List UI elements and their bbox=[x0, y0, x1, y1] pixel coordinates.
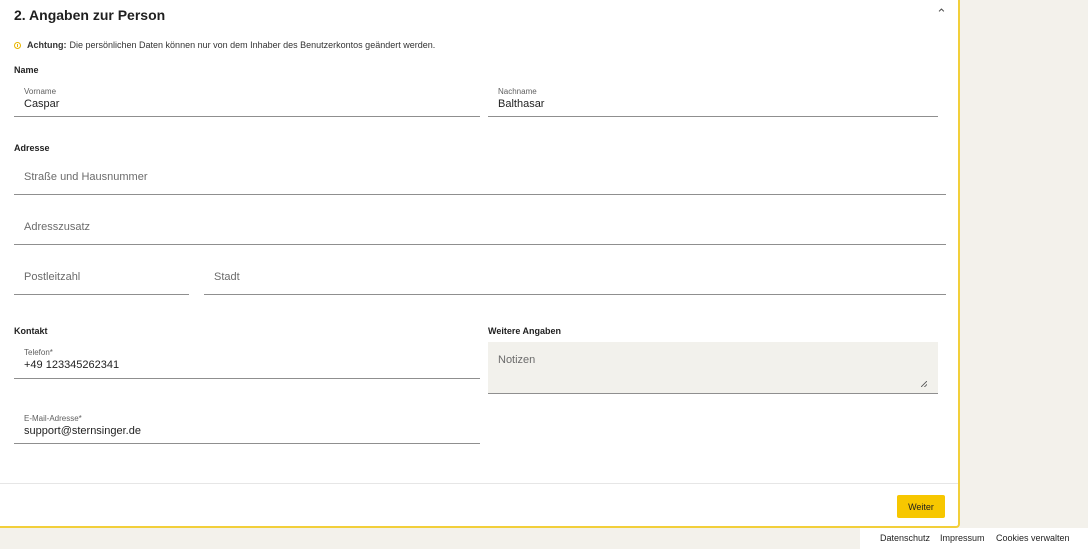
last-name-label: Nachname bbox=[498, 87, 537, 96]
first-name-value[interactable]: Caspar bbox=[24, 98, 59, 110]
person-details-card: 2. Angaben zur Person ⌃ Achtung: Die per… bbox=[0, 0, 960, 528]
email-label: E-Mail-Adresse* bbox=[24, 414, 82, 423]
city-input[interactable]: Stadt bbox=[204, 260, 946, 295]
email-field[interactable]: E-Mail-Adresse* support@sternsinger.de bbox=[14, 410, 480, 444]
warning-text: Die persönlichen Daten können nur von de… bbox=[69, 40, 436, 50]
address-extra-placeholder: Adresszusatz bbox=[24, 221, 91, 233]
cookies-link[interactable]: Cookies verwalten bbox=[996, 533, 1070, 543]
footer-links: Datenschutz Impressum Cookies verwalten bbox=[860, 528, 1088, 549]
last-name-field[interactable]: Nachname Balthasar bbox=[488, 83, 938, 117]
street-placeholder: Straße und Hausnummer bbox=[24, 171, 148, 183]
notes-placeholder: Notizen bbox=[498, 354, 536, 366]
name-section-label: Name bbox=[14, 65, 39, 75]
contact-section-label: Kontakt bbox=[14, 326, 48, 336]
email-value[interactable]: support@sternsinger.de bbox=[24, 425, 141, 437]
chevron-up-icon[interactable]: ⌃ bbox=[936, 6, 947, 22]
warning-bold: Achtung: bbox=[27, 40, 67, 50]
privacy-link[interactable]: Datenschutz bbox=[880, 533, 930, 543]
info-icon bbox=[14, 41, 21, 49]
zip-placeholder: Postleitzahl bbox=[24, 271, 81, 283]
actions-divider bbox=[0, 483, 958, 484]
resize-handle-icon[interactable] bbox=[921, 381, 927, 387]
section-title: 2. Angaben zur Person bbox=[14, 7, 166, 23]
zip-input[interactable]: Postleitzahl bbox=[14, 260, 189, 295]
next-button[interactable]: Weiter bbox=[897, 495, 945, 518]
address-section-label: Adresse bbox=[14, 143, 50, 153]
last-name-value[interactable]: Balthasar bbox=[498, 98, 544, 110]
phone-field[interactable]: Telefon* +49 123345262341 bbox=[14, 344, 480, 379]
warning-notice: Achtung: Die persönlichen Daten können n… bbox=[14, 40, 435, 50]
phone-value[interactable]: +49 123345262341 bbox=[24, 359, 119, 371]
street-input[interactable]: Straße und Hausnummer bbox=[14, 160, 946, 195]
phone-label: Telefon* bbox=[24, 348, 53, 357]
notes-textarea[interactable]: Notizen bbox=[488, 342, 938, 394]
address-extra-input[interactable]: Adresszusatz bbox=[14, 210, 946, 245]
first-name-field[interactable]: Vorname Caspar bbox=[14, 83, 480, 117]
first-name-label: Vorname bbox=[24, 87, 57, 96]
city-placeholder: Stadt bbox=[214, 271, 240, 283]
imprint-link[interactable]: Impressum bbox=[940, 533, 985, 543]
more-info-section-label: Weitere Angaben bbox=[488, 326, 562, 336]
